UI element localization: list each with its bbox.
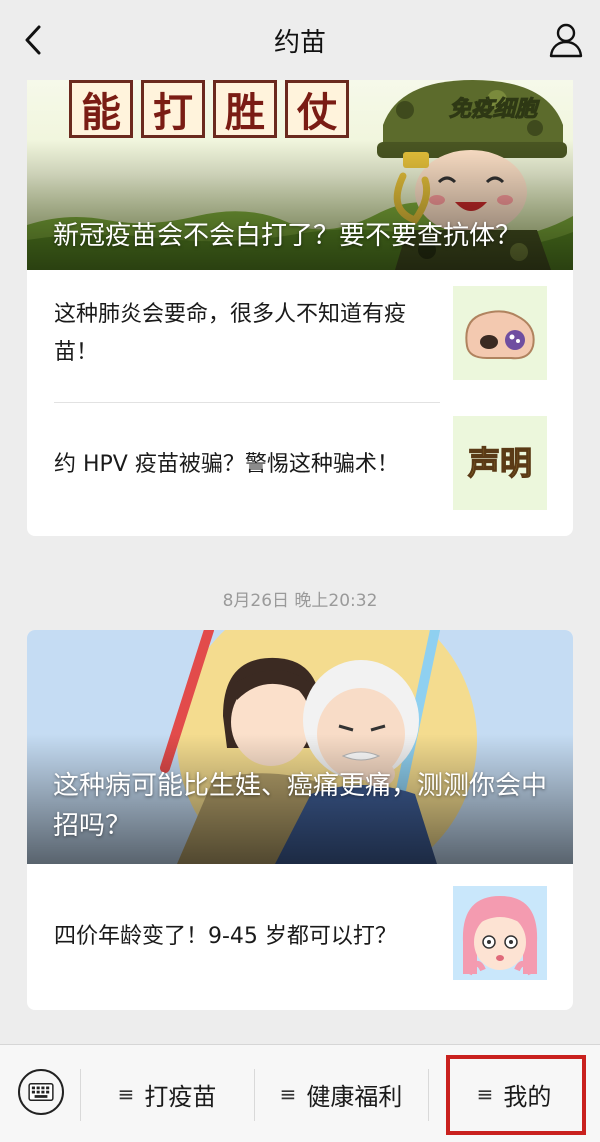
cover-article-1[interactable]: 能 打 胜 仗 免疫细胞 新冠疫苗会不会白打了？要不要查抗体？	[27, 80, 573, 270]
timestamp: 8月26日 晚上20:32	[222, 591, 378, 611]
article-card-1: 能 打 胜 仗 免疫细胞 新冠疫苗会不会白打了？要不要查抗体？ 这种肺炎会要命，…	[27, 80, 573, 536]
cover-title: 这种病可能比生娃、癌痛更痛，测测你会中招吗？	[53, 771, 548, 841]
person-icon[interactable]	[544, 18, 588, 62]
girl-face-icon	[453, 886, 547, 980]
statement-thumbnail: 声明	[453, 416, 547, 510]
menu-item-vaccinate[interactable]: ≡ 打疫苗	[80, 1045, 254, 1142]
article-card-2: 这种病可能比生娃、癌痛更痛，测测你会中招吗？ 四价年龄变了！9-45 岁都可以打…	[27, 630, 573, 1010]
article-item[interactable]: 约 HPV 疫苗被骗？警惕这种骗术！ 声明	[27, 410, 573, 536]
article-item[interactable]: 这种肺炎会要命，很多人不知道有疫苗！	[27, 270, 573, 396]
bottom-menu-bar: ≡ 打疫苗 ≡ 健康福利 ≡ 我的	[0, 1044, 600, 1142]
cover-title: 新冠疫苗会不会白打了？要不要查抗体？	[53, 221, 522, 251]
thumb-text: 声明	[468, 444, 532, 482]
menu-icon: ≡	[117, 1082, 135, 1106]
badge-text: 免疫细胞	[449, 96, 540, 122]
article-title: 约 HPV 疫苗被骗？警惕这种骗术！	[54, 452, 399, 477]
menu-item-label: 健康福利	[306, 1082, 403, 1111]
highlight-box	[446, 1055, 586, 1135]
nose-icon	[453, 286, 547, 380]
divider	[54, 402, 440, 403]
article-item[interactable]: 四价年龄变了！9-45 岁都可以打？	[27, 864, 573, 1010]
page-title: 约苗	[273, 28, 326, 58]
cover-article-2[interactable]: 这种病可能比生娃、癌痛更痛，测测你会中招吗？	[27, 630, 573, 864]
top-nav-bar: 约苗	[0, 0, 600, 80]
keyboard-icon[interactable]	[18, 1069, 64, 1115]
menu-icon: ≡	[279, 1082, 297, 1106]
article-title: 这种肺炎会要命，很多人不知道有疫苗！	[54, 302, 407, 365]
menu-item-health-benefits[interactable]: ≡ 健康福利	[254, 1045, 428, 1142]
article-title: 四价年龄变了！9-45 岁都可以打？	[54, 924, 397, 949]
menu-item-label: 打疫苗	[144, 1082, 217, 1111]
